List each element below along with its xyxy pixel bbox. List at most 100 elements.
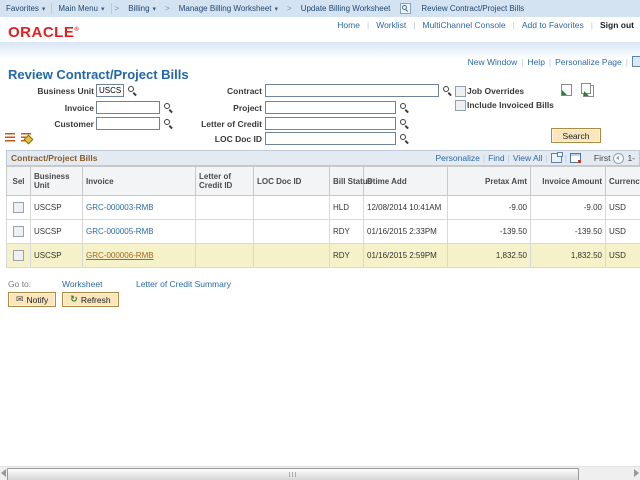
grid-download-icon[interactable] [570,153,581,163]
refresh-button[interactable]: ↻ Refresh [62,292,118,307]
project-lookup-icon[interactable] [399,102,409,112]
contract-project-bills-table: Sel Business Unit Invoice Letter of Cred… [6,166,640,268]
goto-label: Go to: [8,279,31,289]
loc-doc-id-lookup-icon[interactable] [399,133,409,143]
link-divider: | [508,153,510,163]
peoplesoft-review-bills-page: Favorites ▾ Main Menu ▾ > Billing ▾ > Ma… [0,0,640,480]
grid-personalize-icon[interactable] [21,133,31,142]
business-unit-lookup-icon[interactable] [127,85,137,95]
row-checkbox[interactable] [13,250,24,261]
search-button[interactable]: Search [551,128,601,143]
loc-doc-id-field[interactable] [265,132,396,145]
new-window-link[interactable]: New Window [468,57,518,67]
invoice-label: Invoice [8,103,94,113]
letter-of-credit-field[interactable] [265,117,396,130]
invoice-link[interactable]: GRC-000005-RMB [86,227,154,236]
link-divider: | [591,20,593,30]
business-unit-cell: USCSP [31,220,83,244]
pager-previous-icon[interactable] [613,153,624,164]
link-divider: | [413,20,415,30]
include-invoiced-bills-checkbox[interactable] [455,100,466,111]
breadcrumb-update-billing-worksheet[interactable]: Update Billing Worksheet [295,4,397,13]
business-unit-cell: USCSP [31,196,83,220]
find-link[interactable]: Find [488,153,505,163]
grid-toolbar: Personalize | Find | View All | | First … [435,153,635,164]
bill-status-cell: HLD [330,196,364,220]
copy-url-icon[interactable] [632,56,640,67]
include-invoiced-bills-label: Include Invoiced Bills [467,100,554,110]
personalize-page-link[interactable]: Personalize Page [555,57,622,67]
grid-popup-icon[interactable] [551,153,562,163]
breadcrumb-main-menu[interactable]: Main Menu ▾ [52,4,110,13]
letter-of-credit-label: Letter of Credit [150,119,262,129]
table-header-row: Sel Business Unit Invoice Letter of Cred… [7,167,640,196]
worksheet-link[interactable]: Worksheet [62,279,102,289]
breadcrumb-favorites[interactable]: Favorites ▾ [0,4,51,13]
personalize-grid-link[interactable]: Personalize [435,153,479,163]
pretax-amt-cell: 1,832.50 [448,244,531,268]
breadcrumb-current-page-label: Review Contract/Project Bills [421,4,524,13]
currency-cell: USD [606,244,640,268]
footer-button-bar: ✉ Notify ↻ Refresh [8,292,119,307]
loc-doc-id-cell [254,220,330,244]
col-header-bill-status: Bill Status [330,167,364,196]
scrollbar-thumb[interactable] [7,468,579,480]
oracle-logo: ORACLE® [8,24,79,41]
multichannel-console-link[interactable]: MultiChannel Console [423,20,506,30]
worklist-link[interactable]: Worklist [376,20,406,30]
invoice-amount-cell: -9.00 [531,196,606,220]
invoice-link[interactable]: GRC-000003-RMB [86,203,154,212]
pretax-amt-cell: -139.50 [448,220,531,244]
currency-cell: USD [606,196,640,220]
link-divider: | [565,153,567,163]
horizontal-scrollbar [0,466,640,480]
letter-of-credit-id-cell [196,220,254,244]
business-unit-field[interactable] [96,84,124,97]
contract-lookup-icon[interactable] [442,85,452,95]
breadcrumb-manage-billing-worksheet[interactable]: Manage Billing Worksheet ▾ [173,4,284,13]
job-overrides-checkbox[interactable] [455,86,466,97]
link-divider: | [545,153,547,163]
help-link[interactable]: Help [527,57,544,67]
link-divider: | [521,57,523,67]
page-zoom-icon[interactable] [400,3,411,14]
letter-of-credit-summary-link[interactable]: Letter of Credit Summary [136,279,231,289]
breadcrumb-main-menu-label: Main Menu [58,4,98,13]
pretax-amt-cell: -9.00 [448,196,531,220]
grid-list-icon[interactable] [5,133,15,142]
scroll-right-arrow[interactable] [634,469,639,477]
grid-titlebar: Contract/Project Bills Personalize | Fin… [6,150,640,166]
scroll-left-arrow[interactable] [1,469,6,477]
invoice-link-active[interactable]: GRC-000006-RMB [86,251,154,260]
breadcrumb-current-page: Review Contract/Project Bills [415,4,530,13]
add-to-favorites-link[interactable]: Add to Favorites [522,20,584,30]
dtime-add-cell: 12/08/2014 10:41AM [364,196,448,220]
breadcrumb-manage-billing-worksheet-label: Manage Billing Worksheet [179,4,272,13]
view-all-link[interactable]: View All [513,153,543,163]
row-checkbox[interactable] [13,226,24,237]
notify-button[interactable]: ✉ Notify [8,292,56,307]
breadcrumb-separator-icon: > [162,4,173,13]
job-overrides-label: Job Overrides [467,86,524,96]
loc-doc-id-cell [254,244,330,268]
invoice-amount-cell: -139.50 [531,220,606,244]
row-checkbox[interactable] [13,202,24,213]
letter-of-credit-id-cell [196,244,254,268]
bill-status-cell: RDY [330,244,364,268]
page-copy-icon[interactable] [583,85,594,97]
breadcrumb-billing[interactable]: Billing ▾ [122,4,162,13]
contract-field[interactable] [265,84,439,97]
page-export-icon[interactable] [561,84,572,96]
project-field[interactable] [265,101,396,114]
home-link[interactable]: Home [337,20,360,30]
sign-out-link[interactable]: Sign out [600,20,634,30]
grid-title: Contract/Project Bills [11,153,97,163]
loc-doc-id-cell [254,196,330,220]
chevron-down-icon: ▾ [153,5,157,13]
pager-first-label[interactable]: First [594,153,611,163]
letter-of-credit-lookup-icon[interactable] [399,118,409,128]
col-header-business-unit: Business Unit [31,167,83,196]
breadcrumb: Favorites ▾ Main Menu ▾ > Billing ▾ > Ma… [0,0,640,17]
bill-status-cell: RDY [330,220,364,244]
chevron-down-icon: ▾ [42,5,46,13]
